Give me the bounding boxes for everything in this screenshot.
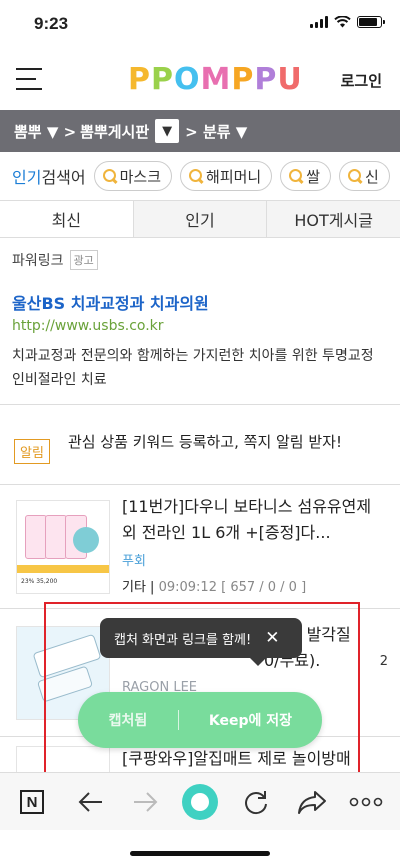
item-title[interactable]: [11번가]다우니 보타니스 섬유유연제 외 전라인 1L 6개 +[증정]다.… (122, 494, 388, 546)
more-button[interactable] (348, 785, 384, 819)
divider (0, 484, 400, 485)
home-indicator (130, 851, 270, 856)
share-button[interactable] (294, 785, 330, 819)
home-button[interactable] (182, 784, 218, 820)
tab-popular[interactable]: 인기 (132, 201, 267, 237)
captured-button[interactable]: 캡처됨 (78, 710, 178, 730)
home-circle-icon (182, 784, 218, 820)
search-icon (348, 169, 362, 183)
ad-title-link[interactable]: 울산BS 치과교정과 치과의원 (12, 290, 209, 314)
logo-letter: P (128, 62, 151, 97)
more-icon (349, 797, 383, 807)
notice-link[interactable]: 관심 상품 키워드 등록하고, 쪽지 알림 받자! (68, 430, 378, 454)
popular-search-bar: 인기검색어 마스크 해피머니 쌀 신 (0, 152, 400, 200)
site-header: PPOMPPU 로그인 (0, 46, 400, 110)
breadcrumb-home[interactable]: 뽐뿌 ▼ > (14, 121, 76, 142)
arrow-left-icon (78, 792, 102, 812)
site-logo[interactable]: PPOMPPU (128, 62, 303, 97)
ad-url-link[interactable]: http://www.usbs.co.kr (12, 318, 164, 334)
forward-button[interactable] (128, 785, 164, 819)
login-button[interactable]: 로그인 (341, 70, 382, 91)
ad-badge: 광고 (69, 250, 98, 270)
powerlink-label: 파워링크 (12, 253, 64, 269)
item-author: 푸회 (122, 554, 146, 569)
refresh-button[interactable] (238, 785, 274, 819)
save-to-keep-button[interactable]: Keep에 저장 (179, 710, 322, 730)
back-button[interactable] (72, 785, 108, 819)
wifi-icon (334, 16, 351, 28)
powerlink-header: 파워링크 광고 (12, 250, 98, 270)
divider (0, 404, 400, 405)
item-thumbnail[interactable]: 23% 35,200 (16, 500, 110, 594)
keep-capture-bar: 캡처됨 Keep에 저장 (78, 692, 322, 748)
arrow-right-icon (134, 792, 158, 812)
status-bar: 9:23 (0, 0, 400, 46)
tab-latest[interactable]: 최신 (0, 201, 133, 237)
share-icon (298, 791, 326, 814)
search-chip[interactable]: 해피머니 (180, 161, 273, 191)
cellular-signal-icon (310, 16, 328, 28)
notice-badge: 알림 (14, 439, 50, 464)
battery-icon (357, 16, 385, 28)
board-dropdown-button[interactable]: ▼ (155, 119, 180, 143)
app-page: 9:23 PPOMPPU 로그인 뽐뿌 ▼ > 뽐뿌게시판 ▼ > 분류 ▼ 인… (0, 0, 400, 866)
close-icon[interactable]: ✕ (265, 628, 279, 648)
item-meta: 기타 | 09:09:12 [ 657 / 0 / 0 ] (122, 580, 307, 595)
search-icon (189, 169, 203, 183)
search-chip[interactable]: 마스크 (93, 161, 173, 191)
tab-hot[interactable]: HOT게시글 (266, 201, 400, 237)
sort-tabs: 최신 인기 HOT게시글 (0, 200, 400, 238)
divider (0, 608, 400, 609)
search-icon (289, 169, 303, 183)
item-title[interactable]: [쿠팡와우]알집매트 제로 놀이방매 (122, 746, 388, 772)
ad-description[interactable]: 치과교정과 전문의와 함께하는 가지런한 치아를 위한 투명교정 인비절라인 치… (12, 344, 388, 392)
logo-letter: P (231, 62, 255, 97)
logo-letter: O (174, 62, 201, 97)
status-time: 9:23 (34, 14, 69, 33)
logo-letter: P (151, 62, 174, 97)
logo-letter: U (277, 62, 303, 97)
search-chip[interactable]: 쌀 (280, 161, 332, 191)
breadcrumb-category[interactable]: > 분류 ▼ (185, 121, 247, 142)
search-chip[interactable]: 신 (339, 161, 390, 191)
tooltip-text: 캡처 화면과 링크를 함께! (114, 632, 252, 648)
comment-count: 2 (379, 654, 388, 669)
naver-home-button[interactable]: N (14, 785, 50, 819)
n-logo-icon: N (20, 790, 44, 814)
popular-search-label: 인기검색어 (12, 168, 86, 187)
refresh-icon (245, 791, 267, 815)
keep-tooltip: 캡처 화면과 링크를 함께! ✕ (100, 618, 302, 666)
search-icon (102, 169, 117, 183)
logo-letter: P (254, 62, 278, 97)
browser-toolbar: N (0, 772, 400, 830)
breadcrumb-board[interactable]: 뽐뿌게시판 (80, 121, 149, 142)
menu-icon[interactable] (16, 68, 42, 90)
breadcrumb: 뽐뿌 ▼ > 뽐뿌게시판 ▼ > 분류 ▼ (0, 110, 400, 152)
logo-letter: M (200, 62, 232, 97)
status-icons (310, 16, 385, 28)
